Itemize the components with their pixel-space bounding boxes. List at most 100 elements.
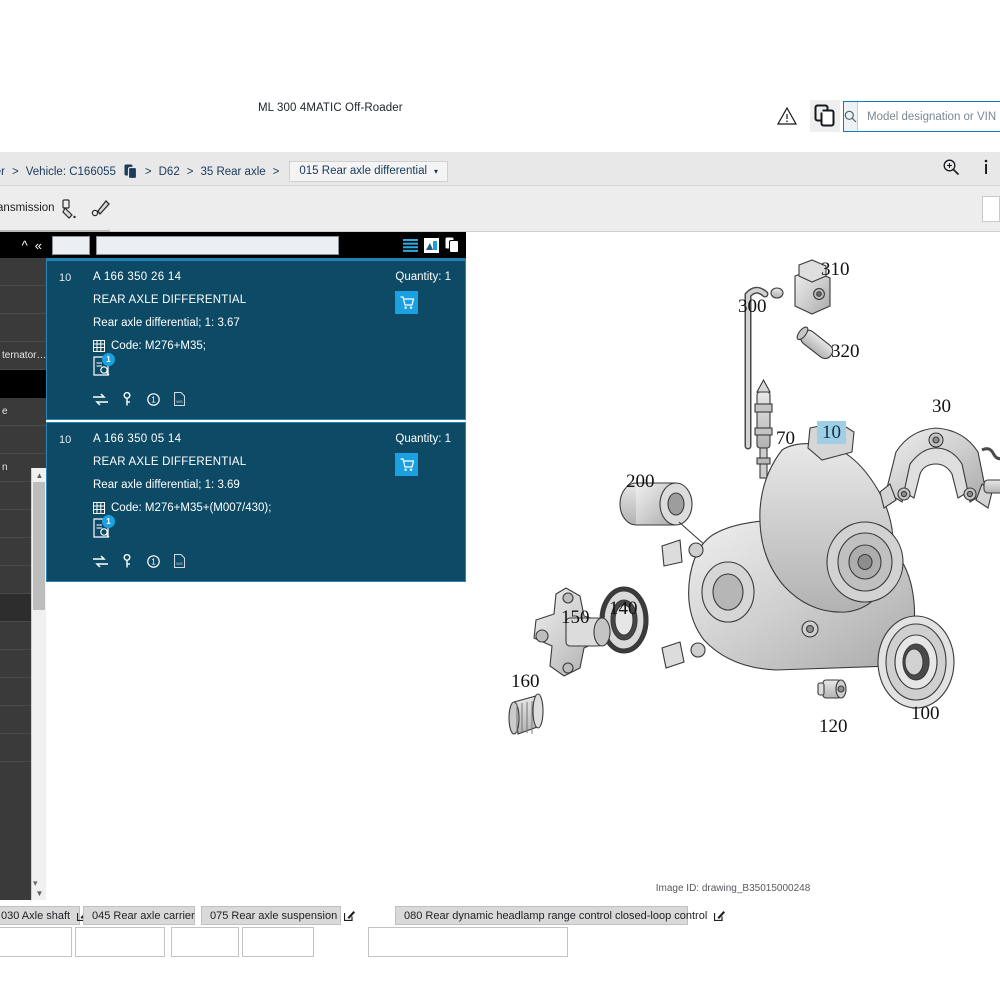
parts-filter-text-input[interactable] xyxy=(96,235,339,255)
part-code-label: Code: M276+M35; xyxy=(111,340,206,352)
paint-bucket-icon[interactable] xyxy=(58,198,80,220)
bottom-tab[interactable]: 080 Rear dynamic headlamp range control … xyxy=(395,906,726,925)
sidebar-item-label: n xyxy=(2,462,8,473)
drawing-callout-70[interactable]: 70 xyxy=(776,429,795,448)
parts-filter-bar xyxy=(46,232,466,258)
bottom-tab[interactable]: 045 Rear axle carrier xyxy=(83,906,213,925)
drawing-callout-10[interactable]: 10 xyxy=(817,421,846,444)
list-view-icon[interactable] xyxy=(403,238,418,252)
drawing-callout-30[interactable]: 30 xyxy=(932,397,951,416)
part-code-label: Code: M276+M35+(M007/430); xyxy=(111,502,272,514)
table-grid-icon[interactable] xyxy=(93,502,105,514)
double-chevron-left-icon[interactable]: « xyxy=(35,238,42,253)
circled-one-icon[interactable]: 1 xyxy=(147,554,160,568)
document-search-icon[interactable]: 1 xyxy=(93,353,115,380)
scrollbar-thumb[interactable] xyxy=(33,482,45,610)
drawing-callout-120[interactable]: 120 xyxy=(819,717,848,736)
part-code-row: Code: M276+M35+(M007/430); xyxy=(93,502,453,514)
breadcrumb: ader > Vehicle: C166055 > D62 > 35 Rear … xyxy=(0,161,449,182)
breadcrumb-item-rear-axle[interactable]: 35 Rear axle xyxy=(200,166,265,178)
breadcrumb-item-vehicle[interactable]: Vehicle: C166055 xyxy=(26,166,116,178)
key-icon[interactable] xyxy=(122,554,133,568)
drawing-callout-310[interactable]: 310 xyxy=(821,260,850,279)
drawing-callout-150[interactable]: 150 xyxy=(561,608,590,627)
scroll-up-arrow[interactable]: ▲ xyxy=(32,468,47,482)
sidebar-item-5[interactable]: e xyxy=(0,398,46,426)
exploded-view-drawing[interactable]: 310 300 320 30 70 10 200 150 140 160 120 100 Image … xyxy=(466,232,1000,900)
drawing-callout-100[interactable]: 100 xyxy=(911,704,940,723)
search-icon[interactable] xyxy=(844,102,858,131)
exchange-icon[interactable] xyxy=(93,554,108,568)
warning-triangle-icon[interactable] xyxy=(772,100,802,132)
sidebar-item-1[interactable] xyxy=(0,286,46,314)
breadcrumb-item-root[interactable]: ader xyxy=(0,166,5,178)
drawing-callout-160[interactable]: 160 xyxy=(511,672,540,691)
exchange-icon[interactable] xyxy=(93,392,108,406)
bottom-tab-label: 030 Axle shaft xyxy=(1,909,71,922)
edit-icon[interactable] xyxy=(714,910,726,921)
bottom-tab-content-box[interactable] xyxy=(171,927,239,957)
drawing-callout-300[interactable]: 300 xyxy=(738,297,767,316)
chevron-up-icon[interactable]: ^ xyxy=(22,238,28,253)
parts-filter-position-input[interactable] xyxy=(52,235,90,255)
part-position: 10 xyxy=(59,434,72,446)
vehicle-copy-icon[interactable] xyxy=(124,164,138,179)
spray-tool-icon[interactable] xyxy=(90,198,112,220)
info-icon[interactable] xyxy=(980,158,992,176)
bottom-tab-area: 030 Axle shaft 045 Rear axle carrier 075 R… xyxy=(0,900,1000,1000)
bottom-tab-content-box[interactable] xyxy=(242,927,314,957)
part-description: Rear axle differential; 1: 3.67 xyxy=(93,317,240,329)
parts-result-panel: 10 A 166 350 26 14 REAR AXLE DIFFERENTIAL R… xyxy=(46,232,466,900)
drawing-callout-140[interactable]: 140 xyxy=(609,599,638,618)
ws-document-icon[interactable]: WS xyxy=(174,392,185,406)
bottom-tab-label: 045 Rear axle carrier xyxy=(92,909,195,922)
sidebar-item-6[interactable] xyxy=(0,426,46,454)
drawing-callout-200[interactable]: 200 xyxy=(626,472,655,491)
bottom-box-row xyxy=(0,927,568,957)
parts-list: 10 A 166 350 26 14 REAR AXLE DIFFERENTIAL R… xyxy=(46,260,466,582)
circled-one-icon[interactable]: 1 xyxy=(147,392,160,406)
bottom-tab-content-box[interactable] xyxy=(0,927,72,957)
ws-document-icon[interactable]: WS xyxy=(174,554,185,568)
parts-header-icons xyxy=(403,237,460,253)
chevron-down-icon[interactable]: ▾ xyxy=(434,167,438,176)
breadcrumb-separator: > xyxy=(186,165,194,178)
drawing-callout-320[interactable]: 320 xyxy=(831,342,860,361)
table-grid-icon[interactable] xyxy=(93,340,105,352)
part-card[interactable]: 10 A 166 350 05 14 REAR AXLE DIFFERENTIAL R… xyxy=(46,422,466,582)
part-code-row: Code: M276+M35; xyxy=(93,340,453,352)
copy-icon[interactable] xyxy=(445,237,460,253)
bottom-tab[interactable]: 030 Axle shaft xyxy=(0,906,89,925)
bottom-tab-label: 075 Rear axle suspension xyxy=(210,909,338,922)
module-tab-icons xyxy=(58,198,112,220)
sidebar-item-label: e xyxy=(2,406,8,417)
copy-documents-icon[interactable] xyxy=(810,100,840,132)
module-tab-side-box[interactable] xyxy=(982,196,1000,222)
sidebar-item-0[interactable] xyxy=(0,258,46,286)
sidebar-scrollbar[interactable]: ▲ ▼ xyxy=(31,468,47,900)
svg-text:1: 1 xyxy=(151,557,156,566)
breadcrumb-item-active[interactable]: 015 Rear axle differential ▾ xyxy=(289,161,449,182)
bottom-tab-row: 030 Axle shaft 045 Rear axle carrier 075 R… xyxy=(0,906,726,925)
sidebar-item-3[interactable]: ternator… xyxy=(0,342,46,370)
breadcrumb-item-d62[interactable]: D62 xyxy=(159,166,180,178)
image-toggle-icon[interactable] xyxy=(424,237,439,253)
edit-icon[interactable] xyxy=(344,910,356,921)
zoom-in-icon[interactable] xyxy=(942,158,960,176)
sidebar-dropdown-caret[interactable]: ▾ xyxy=(33,878,38,889)
bottom-tab[interactable]: 075 Rear axle suspension xyxy=(201,906,356,925)
sidebar-item-4[interactable] xyxy=(0,370,46,398)
part-card[interactable]: 10 A 166 350 26 14 REAR AXLE DIFFERENTIAL R… xyxy=(46,260,466,420)
bottom-tab-content-box[interactable] xyxy=(75,927,165,957)
document-search-icon[interactable]: 1 xyxy=(93,515,115,542)
search-input[interactable] xyxy=(858,102,1000,131)
shopping-cart-icon[interactable] xyxy=(395,453,419,476)
breadcrumb-active-label: 015 Rear axle differential xyxy=(299,165,428,177)
model-search[interactable] xyxy=(843,101,1000,132)
image-id-label: Image ID: drawing_B35015000248 xyxy=(655,883,811,894)
bottom-tab-content-box[interactable] xyxy=(368,927,568,957)
shopping-cart-icon[interactable] xyxy=(395,291,419,314)
sidebar-item-2[interactable] xyxy=(0,314,46,342)
key-icon[interactable] xyxy=(122,392,133,406)
module-tab-label[interactable]: transmission xyxy=(0,202,55,214)
